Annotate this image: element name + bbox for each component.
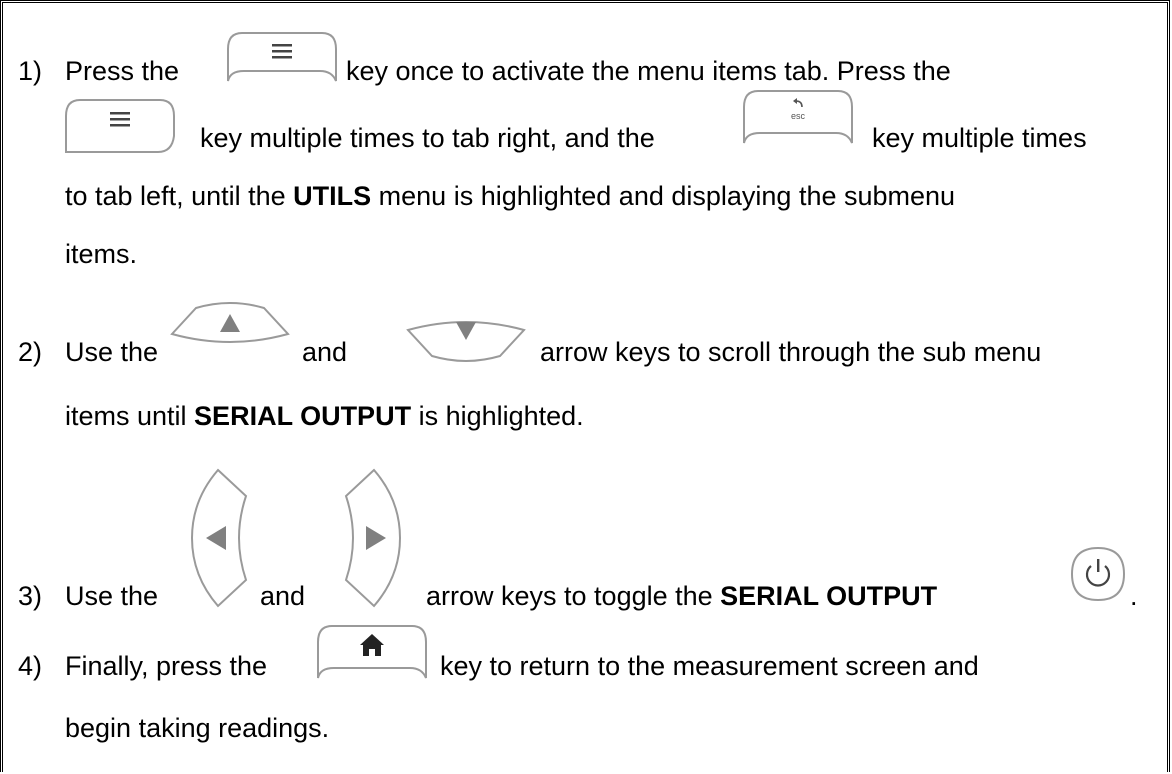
menu-key-icon [227, 32, 337, 82]
step-number: 4) [18, 651, 43, 681]
step-text: items until SERIAL OUTPUT is highlighted… [65, 401, 584, 431]
step-text: key once to activate the menu items tab.… [346, 56, 951, 86]
up-arrow-key-icon [170, 302, 290, 343]
home-key-icon [317, 625, 427, 679]
menu-key-icon [65, 99, 175, 153]
right-arrow-key-icon [344, 468, 402, 608]
step-text: begin taking readings. [65, 713, 330, 743]
step-text: to tab left, until the UTILS menu is hig… [65, 181, 956, 211]
step-text: Use the [65, 581, 159, 611]
step-text: key to return to the measurement screen … [440, 651, 979, 681]
esc-label: esc [791, 111, 806, 121]
step-text: arrow keys to toggle the SERIAL OUTPUT [426, 581, 938, 611]
step-number: 3) [18, 581, 43, 611]
step-text: and [260, 581, 306, 611]
step-text: items. [65, 239, 138, 269]
step-text: key multiple times [872, 123, 1087, 153]
down-arrow-key-icon [406, 321, 526, 362]
step-text: and [302, 337, 348, 367]
step-number: 2) [18, 337, 43, 367]
step-text: arrow keys to scroll through the sub men… [540, 337, 1042, 367]
power-key-icon [1070, 546, 1126, 602]
step-text: Press the [65, 56, 180, 86]
step-text: Finally, press the [65, 651, 268, 681]
step-text: . [1130, 581, 1138, 611]
step-number: 1) [18, 56, 43, 86]
left-arrow-key-icon [190, 468, 248, 608]
step-text: key multiple times to tab right, and the [200, 123, 655, 153]
step-text: Use the [65, 337, 159, 367]
esc-key-icon: esc [743, 90, 853, 144]
